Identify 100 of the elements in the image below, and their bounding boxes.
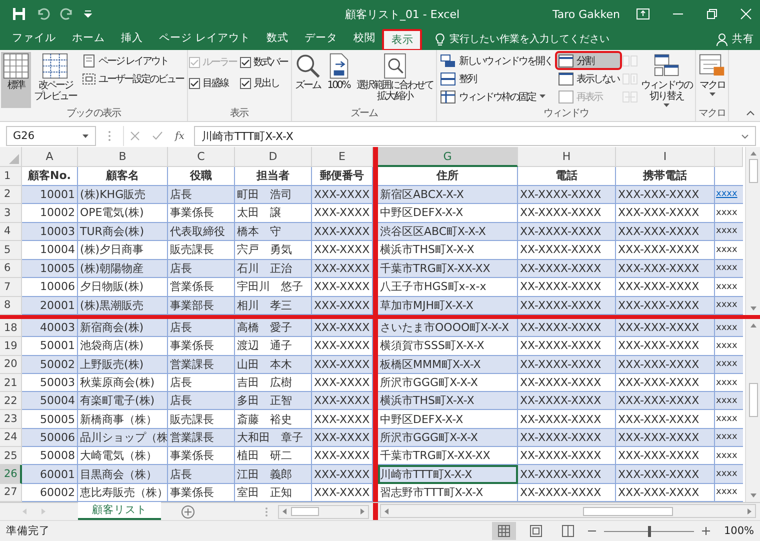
column-header[interactable]: I xyxy=(616,147,715,167)
group-label: ウィンドウ xyxy=(542,108,590,121)
ribbon-tab[interactable]: 数式 xyxy=(258,28,296,50)
row-header[interactable]: 6 xyxy=(0,260,22,278)
column-header[interactable]: H xyxy=(518,147,616,167)
table-cell: 江田 義郎 xyxy=(235,465,312,484)
table-cell: XXX-XXXX xyxy=(312,204,373,222)
ribbon-button[interactable]: 改ページ プレビュー xyxy=(32,52,78,108)
table-cell: xxxx xyxy=(715,428,743,448)
table-cell: XX-XXXX-XXXX xyxy=(518,278,616,296)
table-cell: 50002 xyxy=(22,356,78,374)
ribbon-button[interactable]: ウィンドウの 切り替え xyxy=(639,52,694,108)
row-header[interactable]: 5 xyxy=(0,241,22,260)
column-header[interactable]: D xyxy=(235,147,312,167)
ribbon-tab[interactable]: 表示 xyxy=(383,30,422,50)
table-cell: 事業係長 xyxy=(168,204,235,222)
table-cell: OPE電気(株) xyxy=(78,204,168,222)
ribbon-button[interactable]: 標準 xyxy=(1,52,31,108)
row-header[interactable]: 4 xyxy=(0,222,22,241)
ribbon-button[interactable]: ページ レイアウト xyxy=(80,52,186,69)
ribbon-tab[interactable]: データ xyxy=(296,28,346,50)
row-header[interactable]: 22 xyxy=(0,392,22,410)
table-cell: 斎藤 裕史 xyxy=(235,410,312,429)
ribbon-button[interactable]: 分割 xyxy=(556,52,621,69)
ribbon-button[interactable]: 整列 xyxy=(438,70,554,87)
column-header[interactable]: G xyxy=(378,147,518,167)
row-header[interactable]: 18 xyxy=(0,319,22,338)
table-cell: XX-XXXX-XXXX xyxy=(518,186,616,204)
ribbon-button[interactable]: ユーザー設定のビュー xyxy=(80,70,186,87)
table-cell: XX-XXXX-XXXX xyxy=(518,241,616,260)
ribbon-tab[interactable]: 挿入 xyxy=(113,28,151,50)
table-cell: 植田 研二 xyxy=(235,447,312,466)
table-cell: XXX-XXX-XXXX xyxy=(616,222,715,241)
table-cell: XXX-XXX-XXXX xyxy=(616,186,715,204)
table-cell: (株)黒潮販売 xyxy=(78,296,168,315)
table-cell: 多田 正智 xyxy=(235,392,312,410)
table-cell: XXX-XXX-XXXX xyxy=(616,428,715,448)
ribbon-button[interactable]: 選択範囲に合わせて 拡大/縮小 xyxy=(354,52,435,108)
table-cell: 店長 xyxy=(168,319,235,338)
row-header[interactable]: 24 xyxy=(0,428,22,448)
table-cell: 10001 xyxy=(22,186,78,204)
row-header[interactable]: 21 xyxy=(0,374,22,392)
tell-me-field[interactable]: 実行したい作業を入力してください xyxy=(435,32,610,46)
ribbon-tab[interactable]: ページ レイアウト xyxy=(151,28,258,50)
table-cell: xxxx xyxy=(715,392,743,410)
table-cell: 大崎電気（株） xyxy=(78,447,168,466)
table-cell: 太田 譲 xyxy=(235,204,312,222)
table-cell: 渡辺 通子 xyxy=(235,337,312,356)
column-header[interactable]: B xyxy=(78,147,168,167)
row-header[interactable]: 20 xyxy=(0,356,22,374)
table-cell: XXX-XXX-XXXX xyxy=(616,319,715,338)
ribbon-tab[interactable]: 校閲 xyxy=(345,28,384,50)
ribbon-button[interactable]: 表示しない xyxy=(556,70,621,87)
table-cell: XX-XXXX-XXXX xyxy=(518,447,616,466)
name-box[interactable]: G26 xyxy=(6,126,96,146)
ribbon-button[interactable]: 100% xyxy=(324,52,354,108)
zoom-level[interactable]: 100% xyxy=(724,525,754,537)
sheet-tab[interactable]: 顧客リスト xyxy=(78,502,161,520)
table-cell: 10004 xyxy=(22,241,78,260)
table-cell: XX-XXXX-XXXX xyxy=(518,337,616,356)
row-header[interactable]: 23 xyxy=(0,410,22,429)
ribbon-button[interactable]: ズーム xyxy=(292,52,322,108)
table-cell: XXX-XXXX xyxy=(312,241,373,260)
column-header[interactable]: A xyxy=(22,147,78,167)
table-cell: XXX-XXX-XXXX xyxy=(616,447,715,466)
table-cell: 販売課長 xyxy=(168,410,235,429)
ribbon-tab[interactable]: ホーム xyxy=(64,28,113,50)
insert-function-button[interactable]: fx xyxy=(175,130,184,142)
table-cell: 40003 xyxy=(22,319,78,338)
column-header[interactable]: E xyxy=(312,147,373,167)
row-header[interactable]: 8 xyxy=(0,296,22,315)
row-header[interactable]: 2 xyxy=(0,186,22,204)
table-cell: 町田 浩司 xyxy=(235,186,312,204)
table-cell: XX-XXXX-XXXX xyxy=(518,374,616,392)
table-cell: 吉田 広樹 xyxy=(235,374,312,392)
row-header[interactable]: 3 xyxy=(0,204,22,222)
row-header[interactable]: 7 xyxy=(0,278,22,296)
ribbon-button[interactable]: 新しいウィンドウを開く xyxy=(438,52,554,69)
row-header[interactable]: 1 xyxy=(0,167,22,186)
table-cell: 営業課長 xyxy=(168,428,235,448)
table-cell: xxxx xyxy=(715,222,743,241)
table-cell: xxxx xyxy=(715,260,743,278)
row-header[interactable]: 19 xyxy=(0,337,22,356)
ribbon-button[interactable]: ウィンドウ枠の固定 xyxy=(438,88,554,105)
row-header[interactable]: 26 xyxy=(0,465,22,484)
table-cell: 店長 xyxy=(168,392,235,410)
table-cell: 50004 xyxy=(22,392,78,410)
table-cell: 事業係長 xyxy=(168,337,235,356)
table-cell: xxxx xyxy=(715,319,743,338)
formula-field[interactable]: 川崎市TTT町X-X-X xyxy=(194,126,756,146)
table-cell: 携帯電話 xyxy=(616,167,715,186)
share-button[interactable]: 共有 xyxy=(716,32,754,46)
row-header[interactable]: 27 xyxy=(0,484,22,502)
ribbon-button[interactable]: マクロ xyxy=(697,52,727,108)
row-header[interactable]: 25 xyxy=(0,447,22,466)
table-cell: 横浜市THS町X-X-X xyxy=(378,392,518,410)
email-link[interactable]: xxxx xyxy=(716,189,738,200)
column-header[interactable]: C xyxy=(168,147,235,167)
ribbon-tab[interactable]: ファイル xyxy=(4,28,64,50)
checkbox-label: 目盛線 xyxy=(202,76,228,90)
